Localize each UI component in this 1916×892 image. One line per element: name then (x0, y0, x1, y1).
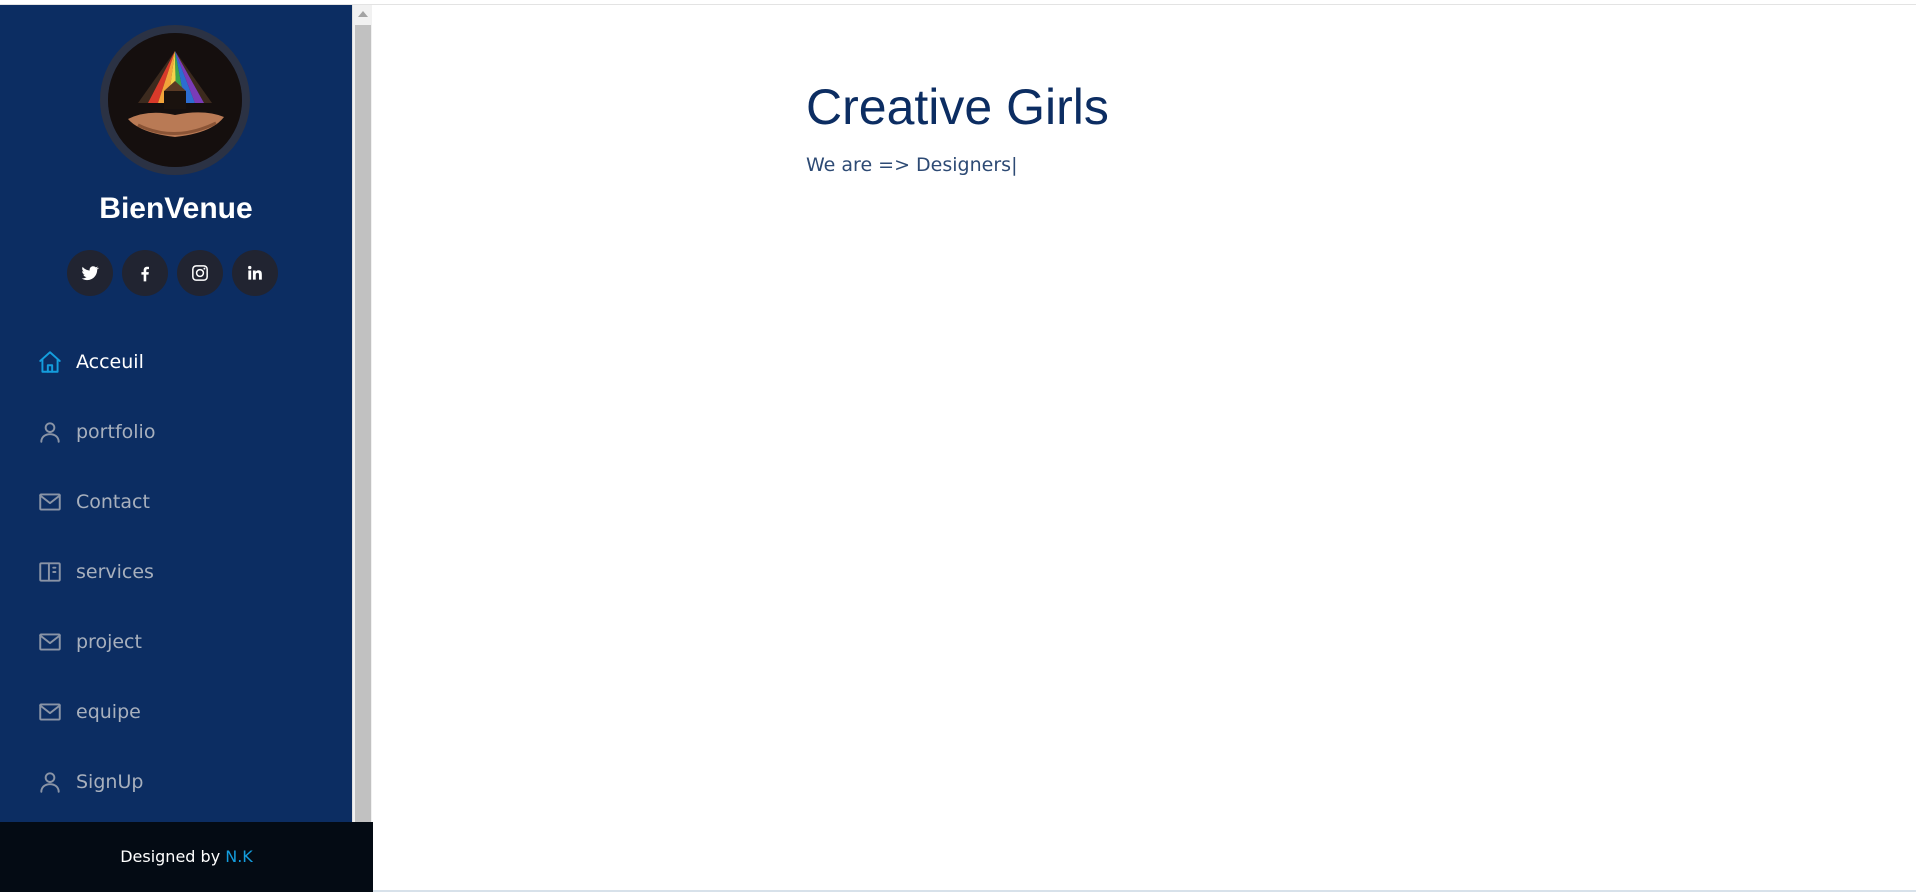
nav-item-signup[interactable]: SignUp (36, 762, 143, 802)
nav-item-equipe[interactable]: equipe (36, 692, 141, 732)
twitter-link[interactable] (67, 250, 113, 296)
footer-credit-link[interactable]: N.K (225, 847, 253, 866)
user-icon (36, 768, 64, 796)
nav-item-acceuil[interactable]: Acceuil (36, 342, 144, 382)
nav-label: Acceuil (76, 351, 144, 373)
typing-cursor: | (1011, 154, 1018, 176)
linkedin-link[interactable] (232, 250, 278, 296)
nav-item-contact[interactable]: Contact (36, 482, 150, 522)
scroll-thumb[interactable] (355, 25, 371, 822)
nav-label: services (76, 561, 154, 583)
sidebar: BienVenue Acceuil portfolio Contact serv… (0, 5, 352, 822)
nav-label: project (76, 631, 142, 653)
linkedin-icon (248, 265, 262, 280)
envelope-icon (36, 698, 64, 726)
brand-name: BienVenue (99, 192, 253, 225)
sidebar-scrollbar[interactable] (352, 5, 372, 822)
nav-label: Contact (76, 491, 150, 513)
nav-item-services[interactable]: services (36, 552, 154, 592)
envelope-icon (36, 488, 64, 516)
twitter-icon (81, 266, 99, 281)
nav-item-portfolio[interactable]: portfolio (36, 412, 155, 452)
profile-image (100, 25, 250, 175)
instagram-icon (192, 265, 208, 281)
instagram-link[interactable] (177, 250, 223, 296)
scroll-up-arrow-icon[interactable] (358, 11, 368, 17)
hero-subtitle: We are => Designers| (806, 154, 1017, 176)
envelope-icon (36, 628, 64, 656)
home-icon (36, 348, 64, 376)
typed-text: We are => Designers (806, 154, 1012, 176)
layout-icon (36, 558, 64, 586)
nav-item-project[interactable]: project (36, 622, 142, 662)
footer-text: Designed by (120, 847, 226, 866)
hero-title: Creative Girls (806, 79, 1109, 135)
facebook-link[interactable] (122, 250, 168, 296)
logo-house-hand-icon (108, 33, 242, 167)
user-icon (36, 418, 64, 446)
facebook-icon (141, 266, 149, 282)
footer: Designed by N.K (0, 822, 373, 892)
nav-label: equipe (76, 701, 141, 723)
nav-label: portfolio (76, 421, 156, 443)
nav-label: SignUp (76, 771, 144, 793)
